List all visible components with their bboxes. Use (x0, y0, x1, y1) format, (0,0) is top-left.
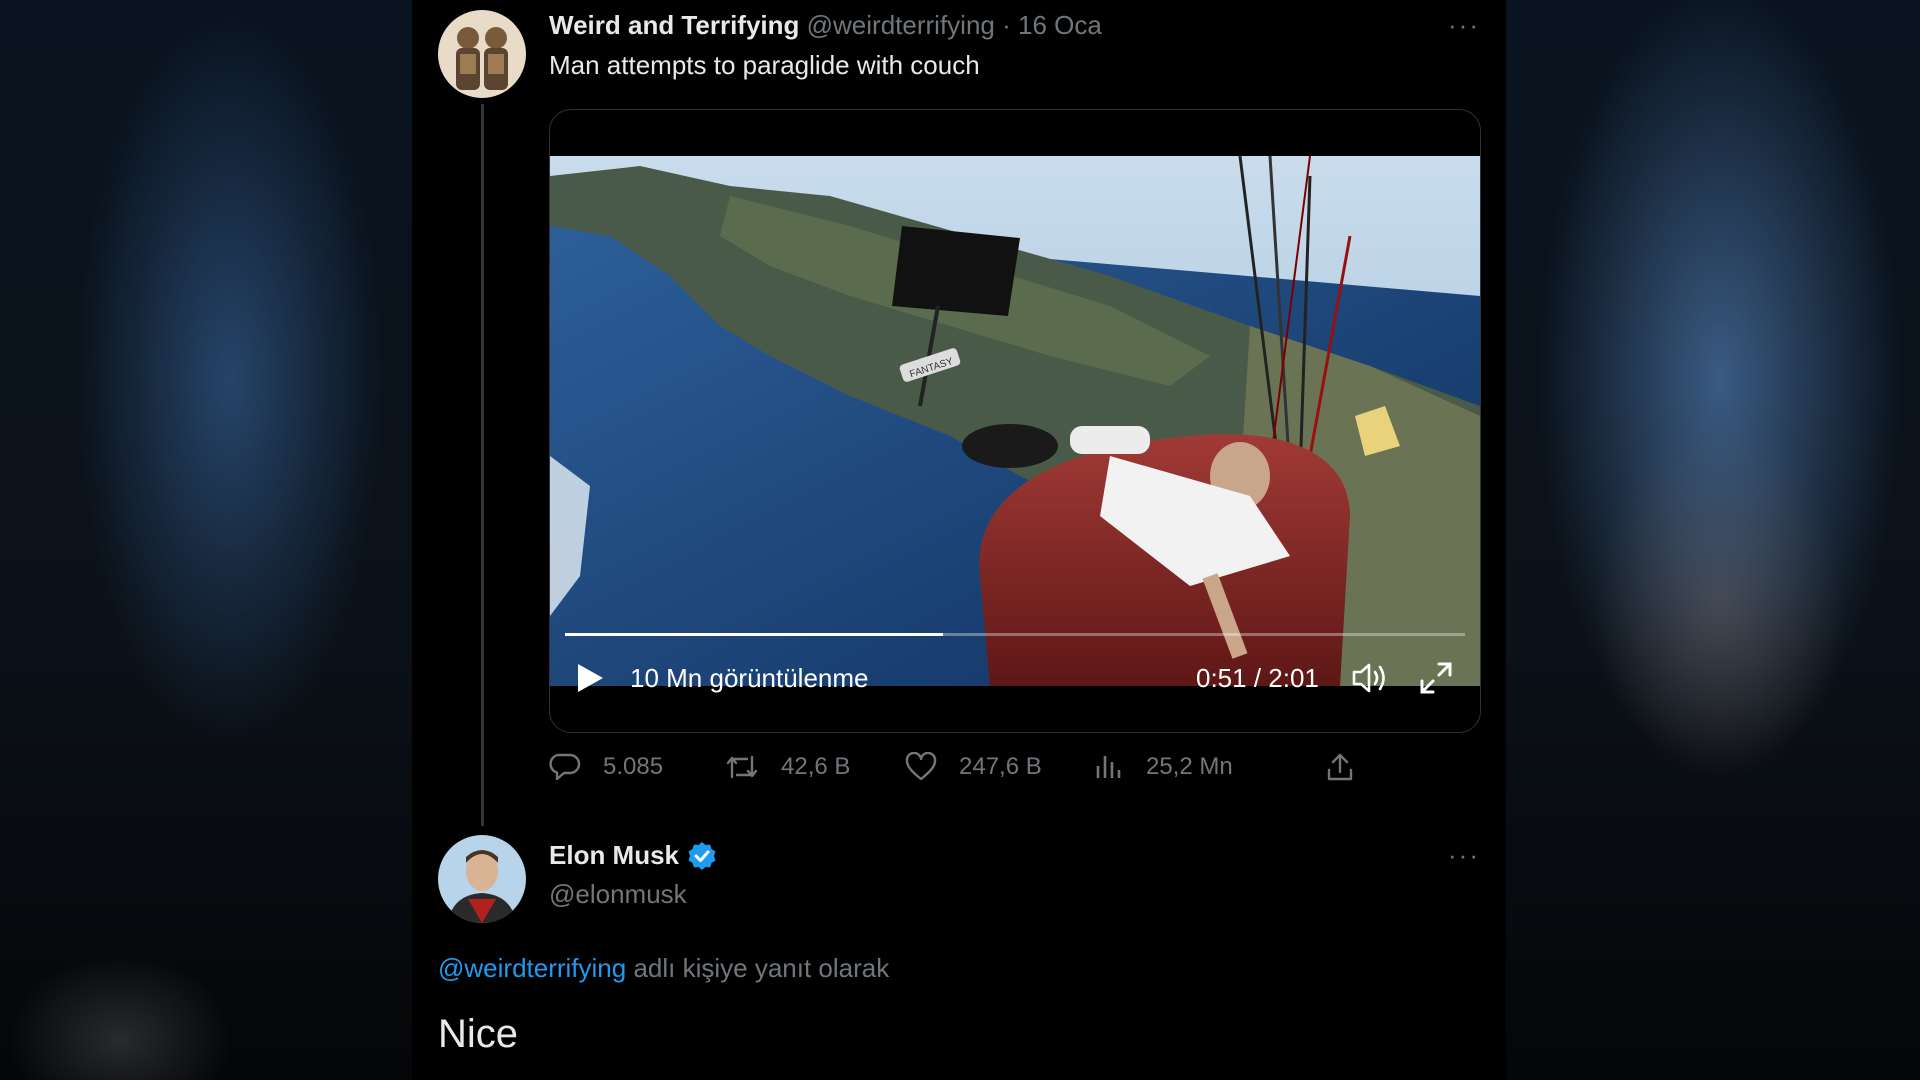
reply-action[interactable]: 5.085 (549, 752, 663, 782)
fullscreen-icon (1420, 662, 1452, 694)
analytics-icon (1096, 756, 1121, 778)
video-player[interactable]: FANTASY 10 Mn görüntülenme 0:51 / 2:01 (549, 109, 1481, 733)
share-action[interactable] (1325, 752, 1377, 782)
weirdterrifying-avatar[interactable] (438, 10, 526, 98)
reply-author-handle[interactable]: @elonmusk (549, 879, 687, 910)
play-icon (578, 664, 603, 692)
reply-icon (549, 753, 581, 781)
volume-icon (1352, 663, 1385, 693)
retweet-icon (726, 755, 758, 779)
fullscreen-button[interactable] (1418, 660, 1454, 701)
author-handle[interactable]: @weirdterrifying (807, 10, 995, 40)
tweet-thread-panel: Weird and Terrifying @weirdterrifying · … (412, 0, 1506, 1080)
video-time: 0:51 / 2:01 (1196, 663, 1319, 693)
tweet-header: Weird and Terrifying @weirdterrifying · … (549, 10, 1102, 41)
author-name[interactable]: Weird and Terrifying (549, 10, 799, 40)
view-count: 25,2 Mn (1146, 753, 1233, 780)
video-view-count: 10 Mn görüntülenme (630, 663, 869, 693)
share-icon (1327, 753, 1353, 781)
reply-author-row: Elon Musk (549, 840, 717, 871)
retweet-count: 42,6 B (781, 753, 851, 780)
like-count: 247,6 B (959, 753, 1042, 780)
retweet-action[interactable]: 42,6 B (725, 752, 850, 782)
elonmusk-avatar[interactable] (438, 835, 526, 923)
reply-text: Nice (438, 1012, 519, 1056)
tweet-text: Man attempts to paraglide with couch (549, 50, 980, 80)
replying-to-suffix: adlı kişiye yanıt olarak (626, 953, 890, 983)
verified-badge-icon (688, 841, 716, 870)
play-button[interactable] (574, 661, 606, 700)
reply-count: 5.085 (603, 753, 664, 780)
replying-to: @weirdterrifying adlı kişiye yanıt olara… (438, 953, 889, 984)
reply-author-name[interactable]: Elon Musk (549, 840, 679, 871)
video-progress-fill (565, 633, 943, 636)
dot-separator: · (1002, 10, 1011, 40)
tweet-date[interactable]: 16 Oca (1018, 10, 1102, 40)
reply-mention-link[interactable]: @weirdterrifying (438, 953, 626, 983)
video-frame[interactable]: FANTASY (550, 156, 1480, 686)
reply-more-options-button[interactable]: ··· (1448, 840, 1480, 871)
video-progress-bar[interactable] (565, 633, 1465, 636)
views-action[interactable]: 25,2 Mn (1094, 752, 1233, 782)
like-action[interactable]: 247,6 B (905, 752, 1042, 782)
more-options-button[interactable]: ··· (1448, 10, 1480, 41)
thread-connector-line (481, 104, 484, 826)
heart-icon (905, 752, 937, 781)
volume-button[interactable] (1350, 660, 1390, 701)
